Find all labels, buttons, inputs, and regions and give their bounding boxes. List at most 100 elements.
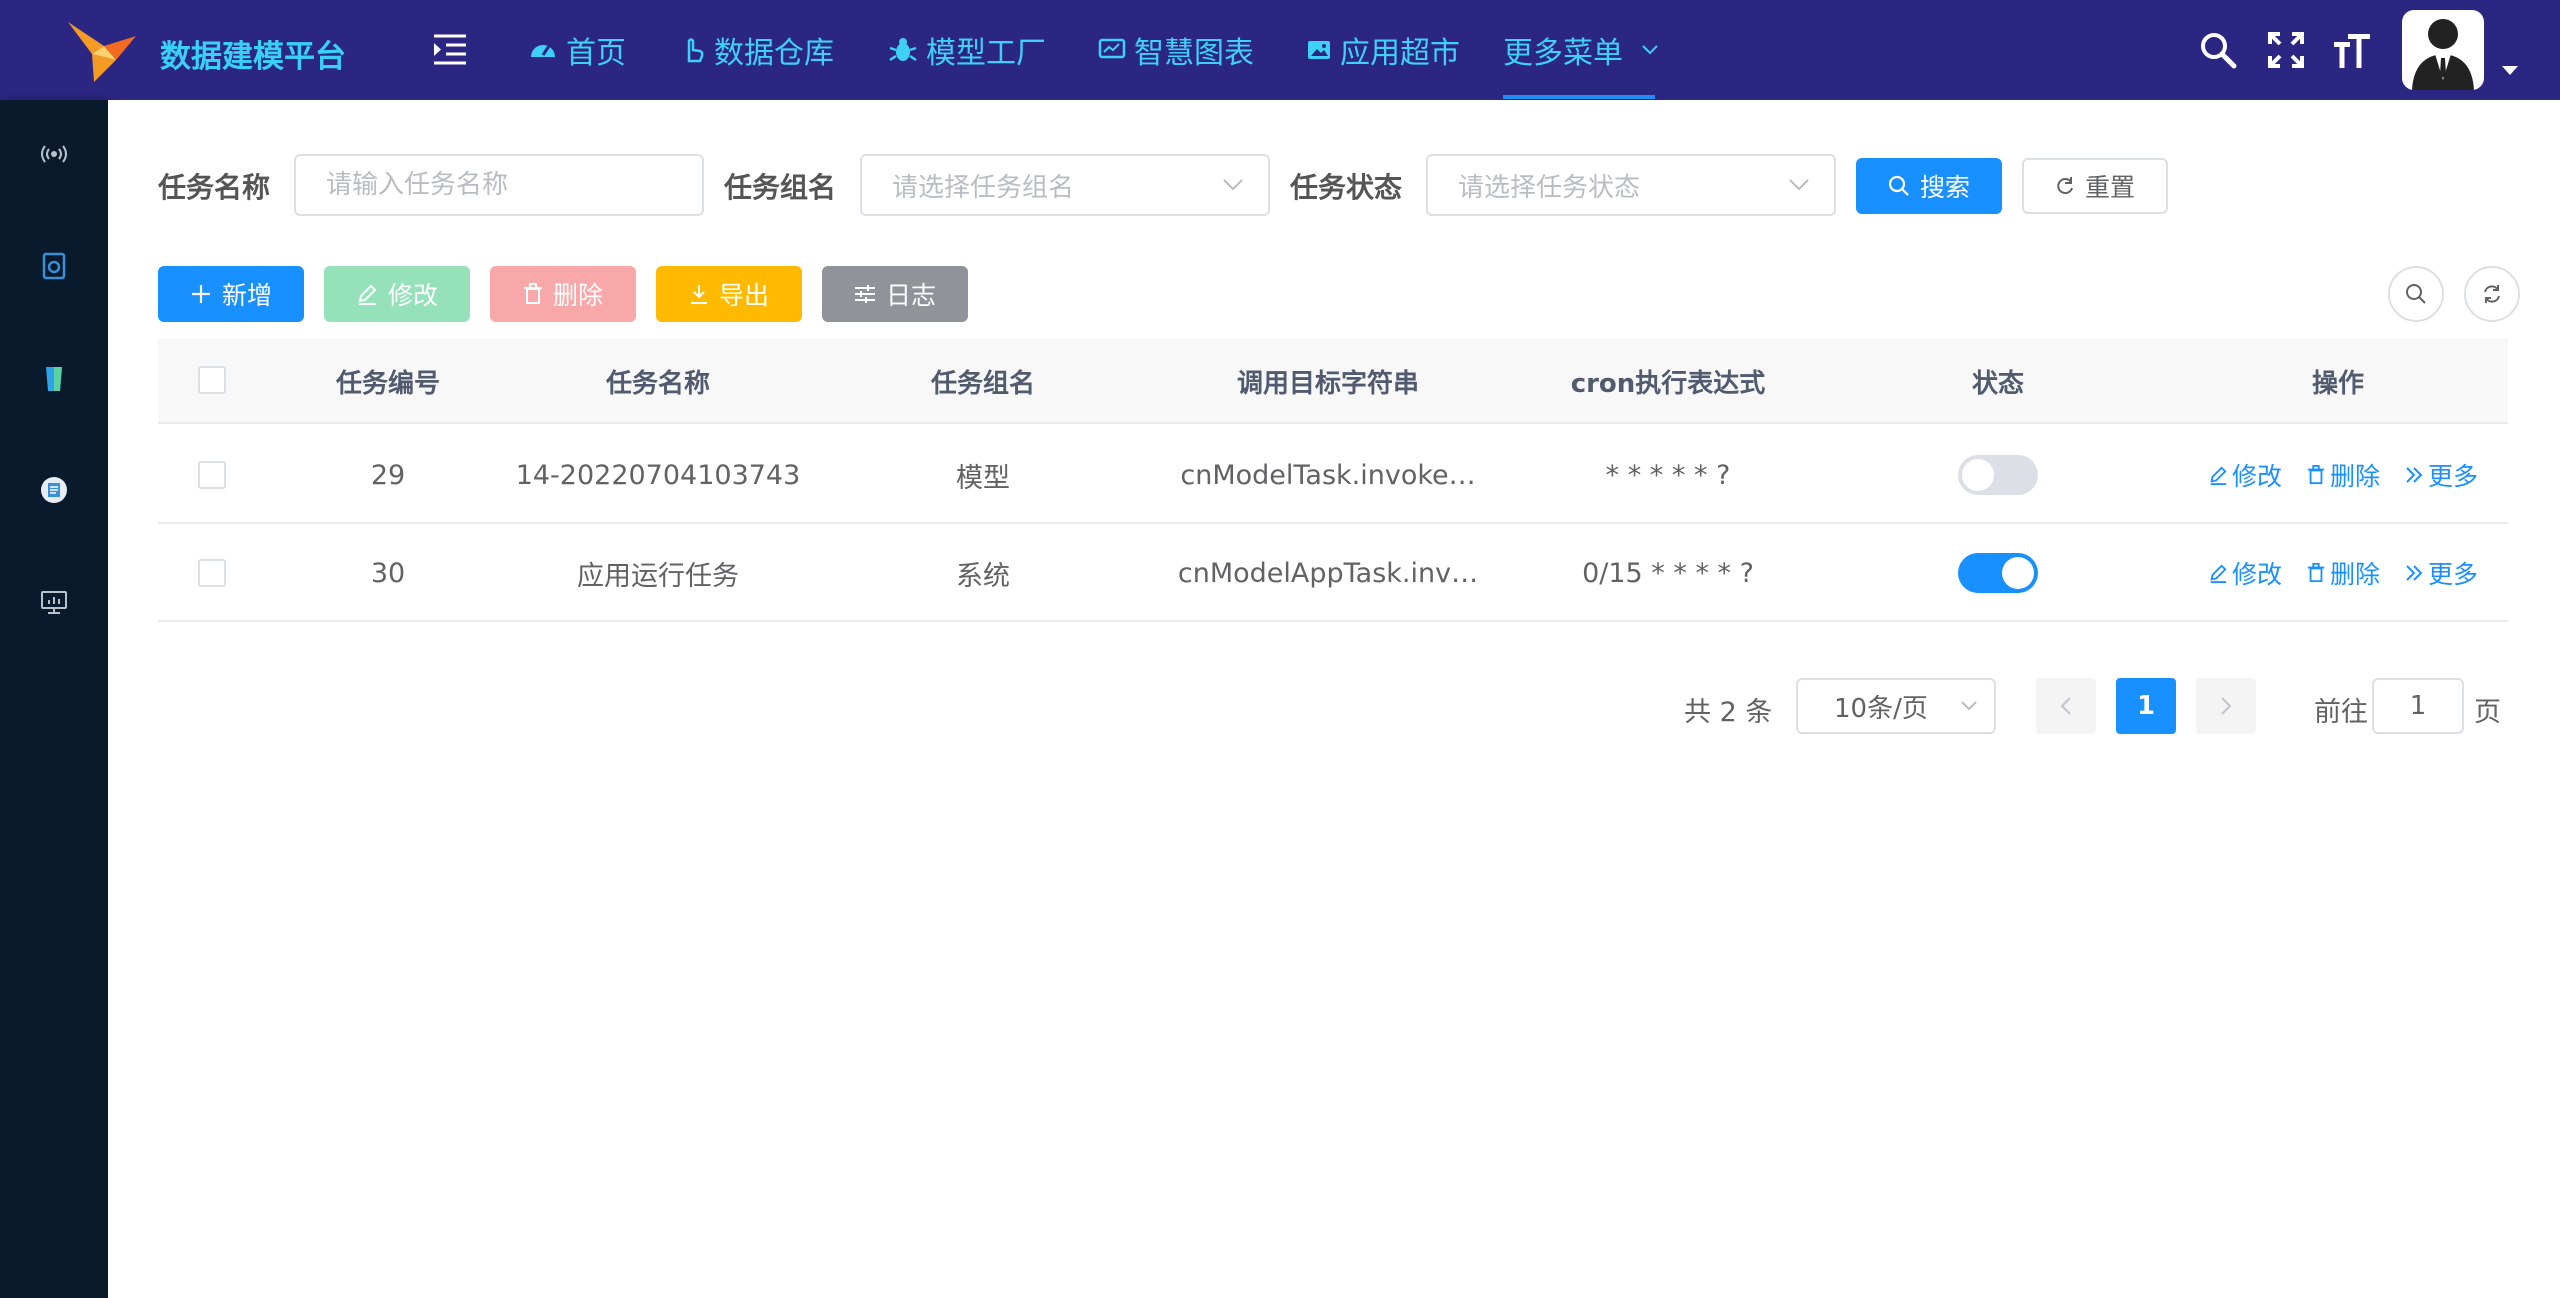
task-name-input[interactable] <box>294 154 704 216</box>
menu-collapse-icon[interactable] <box>430 30 470 70</box>
task-group: 模型 <box>956 462 1010 494</box>
task-status-select[interactable]: 请选择任务状态 <box>1426 154 1836 216</box>
search-icon <box>1888 175 1909 196</box>
edit-icon <box>2210 564 2227 583</box>
row-more-link[interactable]: 更多 <box>2404 524 2478 622</box>
chevron-left-icon <box>2060 697 2071 715</box>
task-group-select[interactable]: 请选择任务组名 <box>860 154 1270 216</box>
trash-icon <box>523 283 542 304</box>
fullscreen-icon[interactable] <box>2264 26 2308 74</box>
column-header: 任务编号 <box>335 368 440 399</box>
user-avatar[interactable] <box>2402 10 2484 90</box>
nav-data-warehouse[interactable]: 数据仓库 <box>680 0 834 100</box>
avatar-dropdown-icon[interactable] <box>2502 66 2518 75</box>
search-button-label: 搜索 <box>1919 173 1970 202</box>
monitor-icon <box>1098 38 1126 59</box>
invoke-target: cnModelAppTask.inv… <box>1177 557 1479 589</box>
column-header: 操作 <box>2311 368 2364 399</box>
nav-model-factory-label: 模型工厂 <box>926 36 1046 71</box>
next-page-button[interactable] <box>2196 678 2256 734</box>
add-button[interactable]: 新增 <box>158 266 304 322</box>
row-more-label: 更多 <box>2428 560 2479 589</box>
log-button-label: 日志 <box>885 281 936 310</box>
row-checkbox[interactable] <box>198 559 226 587</box>
column-header: 调用目标字符串 <box>1236 368 1419 399</box>
search-button[interactable]: 搜索 <box>1856 158 2002 214</box>
row-checkbox[interactable] <box>198 461 226 489</box>
chevron-down-icon <box>1961 701 1977 711</box>
monitor-icon[interactable] <box>34 582 74 622</box>
chevron-down-icon <box>1789 179 1809 191</box>
refresh-table-icon[interactable] <box>2464 266 2520 322</box>
select-all-checkbox[interactable] <box>198 366 226 394</box>
status-switch[interactable] <box>1958 553 2038 593</box>
row-edit-link[interactable]: 修改 <box>2208 524 2282 622</box>
picture-icon <box>1308 41 1330 59</box>
nav-app-market[interactable]: 应用超市 <box>1306 0 1460 100</box>
delete-button[interactable]: 删除 <box>490 266 636 322</box>
font-size-icon[interactable] <box>2330 26 2374 74</box>
table-row: 30 应用运行任务 系统 cnModelAppTask.inv… 0/15 * … <box>158 524 2508 622</box>
task-id: 30 <box>370 557 406 589</box>
table-row: 29 14-20220704103743 模型 cnModelTask.invo… <box>158 426 2508 524</box>
edit-button[interactable]: 修改 <box>324 266 470 322</box>
task-name: 应用运行任务 <box>577 560 739 592</box>
row-delete-label: 删除 <box>2330 560 2381 589</box>
sidebar <box>0 100 108 1298</box>
row-delete-link[interactable]: 删除 <box>2306 426 2380 524</box>
goto-prefix: 前往 <box>2314 697 2368 728</box>
double-chevron-right-icon <box>2406 467 2423 483</box>
edit-icon <box>2210 466 2227 485</box>
task-group-placeholder: 请选择任务组名 <box>892 172 1075 203</box>
column-header: 任务名称 <box>605 368 710 399</box>
prev-page-button[interactable] <box>2036 678 2096 734</box>
page-size-select[interactable]: 10条/页 <box>1796 678 1996 734</box>
task-status-label: 任务状态 <box>1290 171 1403 204</box>
nav-home-label: 首页 <box>566 36 626 71</box>
nav-home[interactable]: 首页 <box>528 0 626 100</box>
task-id: 29 <box>370 459 406 491</box>
row-delete-label: 删除 <box>2330 462 2381 491</box>
nav-more-menu[interactable]: 更多菜单 <box>1503 0 1667 100</box>
task-name-label: 任务名称 <box>158 171 271 204</box>
cron-expression: 0/15 * * * * ? <box>1582 557 1754 589</box>
bug-icon <box>889 38 917 62</box>
search-icon[interactable] <box>2196 26 2240 74</box>
invoke-target: cnModelTask.invoke… <box>1180 459 1476 491</box>
cup-icon[interactable] <box>34 358 74 398</box>
main-content: 任务名称 任务组名 请选择任务组名 任务状态 请选择任务状态 搜索 重置 新增 … <box>108 100 2560 1298</box>
goto-page-input[interactable] <box>2372 678 2464 734</box>
nav-app-market-label: 应用超市 <box>1340 36 1460 71</box>
plus-icon <box>191 285 210 303</box>
export-button[interactable]: 导出 <box>656 266 802 322</box>
camera-icon[interactable] <box>34 246 74 286</box>
broadcast-icon[interactable] <box>34 134 74 174</box>
task-name: 14-20220704103743 <box>515 459 801 491</box>
reset-button[interactable]: 重置 <box>2022 158 2168 214</box>
double-chevron-right-icon <box>2406 565 2423 581</box>
column-header: 状态 <box>1971 368 2024 399</box>
nav-smart-charts[interactable]: 智慧图表 <box>1098 0 1254 100</box>
row-edit-link[interactable]: 修改 <box>2208 426 2282 524</box>
document-icon[interactable] <box>34 470 74 510</box>
page-number-current[interactable]: 1 <box>2116 678 2176 734</box>
status-switch[interactable] <box>1958 455 2038 495</box>
sliders-icon <box>854 285 875 303</box>
reset-button-label: 重置 <box>2084 173 2135 202</box>
toggle-search-icon[interactable] <box>2388 266 2444 322</box>
add-button-label: 新增 <box>221 281 272 310</box>
nav-data-warehouse-label: 数据仓库 <box>714 36 834 71</box>
top-navbar: 数据建模平台 首页 数据仓库 模型工厂 智慧图表 应用超市 更多菜单 <box>0 0 2560 100</box>
row-more-link[interactable]: 更多 <box>2404 426 2478 524</box>
edit-button-label: 修改 <box>387 281 438 310</box>
brand-title: 数据建模平台 <box>160 39 346 75</box>
log-button[interactable]: 日志 <box>822 266 968 322</box>
switch-knob <box>1962 459 1994 491</box>
row-delete-link[interactable]: 删除 <box>2306 524 2380 622</box>
chevron-down-icon <box>1642 45 1658 55</box>
dashboard-icon <box>531 45 555 57</box>
nav-model-factory[interactable]: 模型工厂 <box>888 0 1046 100</box>
download-icon <box>690 285 707 304</box>
task-group-label: 任务组名 <box>724 171 837 204</box>
trash-icon <box>2307 465 2325 485</box>
